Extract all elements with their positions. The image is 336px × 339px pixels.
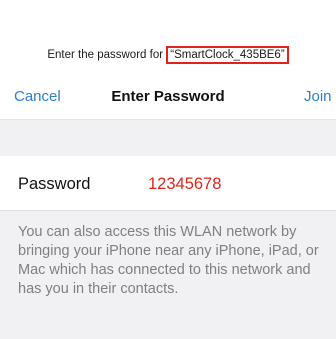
network-name: “SmartClock_435BE6” (166, 46, 289, 64)
prompt-text: Enter the password for (47, 49, 167, 61)
nav-bar: Enter Password Cancel Join (0, 84, 336, 114)
info-footer: You can also access this WLAN network by… (0, 210, 336, 339)
password-label: Password (18, 175, 91, 193)
password-prompt: Enter the password for “SmartClock_435BE… (0, 46, 336, 64)
password-input[interactable] (148, 175, 318, 194)
cancel-button[interactable]: Cancel (14, 88, 61, 105)
password-row[interactable]: Password (0, 156, 336, 210)
join-button[interactable]: Join (304, 88, 332, 105)
footer-text: You can also access this WLAN network by… (18, 224, 319, 297)
section-separator (0, 119, 336, 157)
